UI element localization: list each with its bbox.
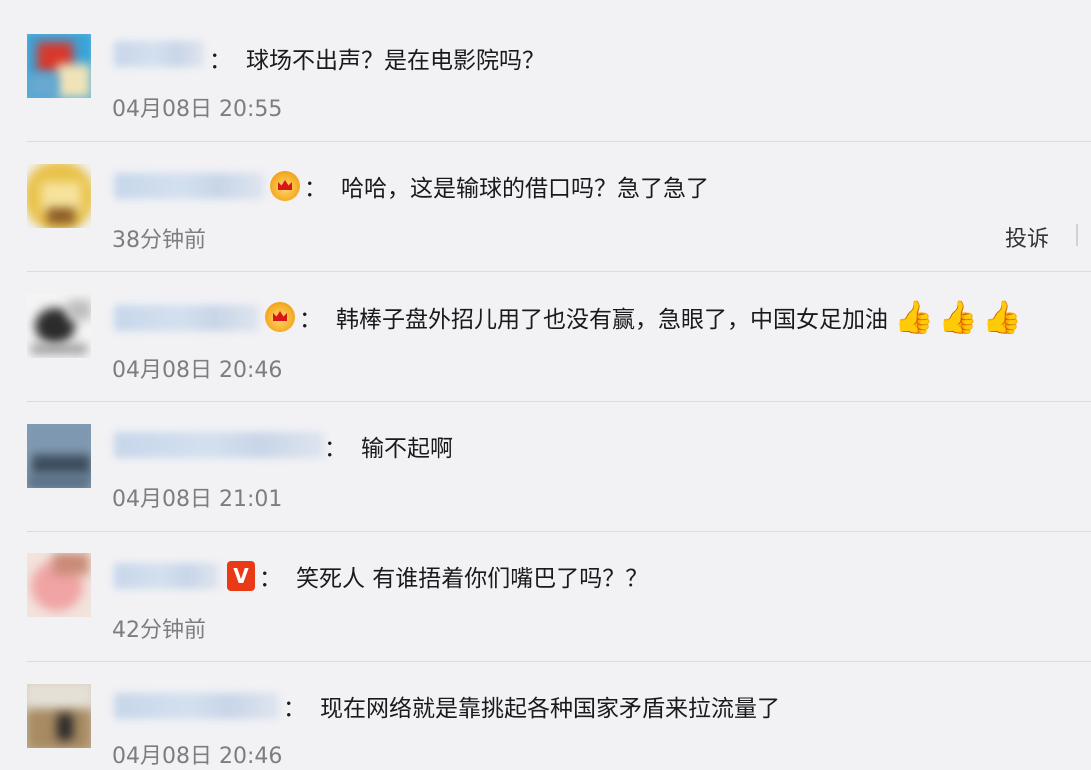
comment-text: 笑死人 有谁捂着你们嘴巴了吗？？	[296, 566, 649, 592]
crown-badge-icon	[265, 302, 295, 332]
timestamp: 04月08日 21:01	[112, 487, 283, 512]
separator: ：	[304, 176, 327, 202]
comment-text: 韩棒子盘外招儿用了也没有赢，急眼了，中国女足加油	[336, 307, 888, 333]
crown-badge-icon	[270, 171, 300, 201]
avatar[interactable]	[27, 294, 91, 358]
separator: ：	[283, 696, 306, 722]
separator: ：	[259, 566, 282, 592]
divider	[27, 271, 1091, 272]
divider	[27, 401, 1091, 402]
comment-line: V ： 笑死人 有谁捂着你们嘴巴了吗？？	[225, 558, 648, 594]
comment-text: 球场不出声？是在电影院吗？	[246, 48, 545, 74]
avatar[interactable]	[27, 424, 91, 488]
vip-badge-icon: V	[227, 561, 255, 591]
divider	[27, 531, 1091, 532]
divider	[27, 141, 1091, 142]
divider	[27, 661, 1091, 662]
timestamp: 38分钟前	[112, 228, 206, 253]
thumbs-up-icon: 👍	[938, 298, 978, 336]
comment-line: ： 哈哈，这是输球的借口吗？急了急了	[268, 168, 709, 204]
thumbs-up-icon: 👍	[894, 298, 934, 336]
separator: ：	[299, 307, 322, 333]
separator: ：	[209, 48, 232, 74]
thumbs-up-icon: 👍	[982, 298, 1022, 336]
timestamp: 04月08日 20:46	[112, 744, 283, 769]
username[interactable]	[114, 432, 324, 458]
comment-line: ： 球场不出声？是在电影院吗？	[209, 40, 545, 76]
scrollbar[interactable]	[1076, 224, 1078, 246]
comment-list: ： 球场不出声？是在电影院吗？ 04月08日 20:55 ： 哈哈，这是输球的借…	[0, 0, 1091, 769]
avatar[interactable]	[27, 34, 91, 98]
username[interactable]	[114, 693, 279, 719]
avatar[interactable]	[27, 684, 91, 748]
separator: ：	[324, 436, 347, 462]
comment-text: 哈哈，这是输球的借口吗？急了急了	[341, 176, 709, 202]
username[interactable]	[114, 305, 259, 331]
report-button[interactable]: 投诉	[1005, 221, 1049, 253]
timestamp: 42分钟前	[112, 618, 206, 643]
timestamp: 04月08日 20:55	[112, 97, 283, 122]
timestamp: 04月08日 20:46	[112, 358, 283, 383]
avatar[interactable]	[27, 164, 91, 228]
comment-text: 输不起啊	[361, 436, 453, 462]
username[interactable]	[114, 41, 204, 67]
comment-line: ： 现在网络就是靠挑起各种国家矛盾来拉流量了	[283, 688, 780, 724]
comment-text: 现在网络就是靠挑起各种国家矛盾来拉流量了	[320, 696, 780, 722]
comment-line: ： 韩棒子盘外招儿用了也没有赢，急眼了，中国女足加油 👍 👍 👍	[263, 298, 1022, 336]
comment-line: ： 输不起啊	[324, 428, 453, 464]
username[interactable]	[114, 563, 219, 589]
avatar[interactable]	[27, 553, 91, 617]
username[interactable]	[114, 173, 264, 199]
